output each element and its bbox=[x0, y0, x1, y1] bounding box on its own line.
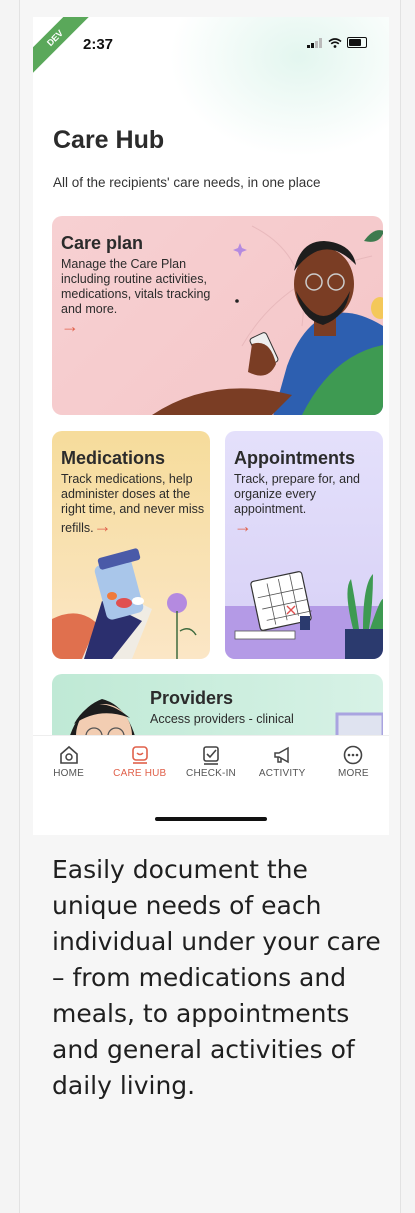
appointments-card[interactable]: Appointments Track, prepare for, and org… bbox=[225, 431, 383, 659]
page-subtitle: All of the recipients' care needs, in on… bbox=[53, 175, 321, 190]
medications-card[interactable]: Medications Track medications, help admi… bbox=[52, 431, 210, 659]
medications-description: Track medications, help administer doses… bbox=[61, 472, 205, 536]
more-icon bbox=[344, 745, 363, 765]
feature-caption: Easily document the unique needs of each… bbox=[52, 855, 381, 1100]
tab-more-label: MORE bbox=[338, 768, 369, 779]
page-title: Care Hub bbox=[53, 126, 165, 154]
megaphone-icon bbox=[274, 746, 289, 764]
medications-arrow-icon[interactable]: → bbox=[94, 516, 112, 536]
signal-icon bbox=[307, 37, 322, 48]
care-plan-description: Manage the Care Plan including routine a… bbox=[61, 257, 211, 316]
wifi-icon bbox=[328, 37, 342, 48]
tab-care-hub[interactable]: CARE HUB bbox=[104, 736, 175, 806]
battery-icon bbox=[347, 37, 367, 48]
bottom-tab-bar: HOME CARE HUB CHECK-IN ACTIVITY MORE bbox=[33, 735, 389, 806]
screenshot-frame: DEV 2:37 Care Hub All of the recipients'… bbox=[19, 0, 401, 1213]
tab-home-label: HOME bbox=[53, 768, 84, 779]
care-plan-title: Care plan bbox=[61, 233, 144, 253]
home-icon bbox=[59, 745, 78, 764]
status-icons bbox=[307, 37, 367, 48]
appointments-title: Appointments bbox=[234, 448, 355, 468]
tab-home[interactable]: HOME bbox=[33, 736, 104, 806]
status-time: 2:37 bbox=[83, 36, 114, 53]
tab-more[interactable]: MORE bbox=[318, 736, 389, 806]
care-hub-icon bbox=[131, 746, 148, 764]
providers-title: Providers bbox=[150, 688, 234, 708]
tab-activity-label: ACTIVITY bbox=[258, 768, 306, 779]
tab-care-hub-label: CARE HUB bbox=[113, 768, 167, 779]
tab-check-in[interactable]: CHECK-IN bbox=[175, 736, 246, 806]
home-indicator[interactable] bbox=[155, 817, 267, 821]
check-in-icon bbox=[203, 746, 219, 765]
phone-screen: DEV 2:37 Care Hub All of the recipients'… bbox=[33, 17, 389, 835]
tab-activity[interactable]: ACTIVITY bbox=[247, 736, 318, 806]
tab-check-in-label: CHECK-IN bbox=[186, 768, 236, 779]
providers-description: Access providers - clinical bbox=[150, 712, 294, 726]
medications-title: Medications bbox=[61, 448, 166, 468]
care-plan-card[interactable]: Care plan Manage the Care Plan including… bbox=[52, 216, 383, 415]
appointments-description: Track, prepare for, and organize every a… bbox=[234, 472, 360, 516]
care-plan-arrow-icon[interactable]: → bbox=[61, 317, 231, 335]
appointments-arrow-icon[interactable]: → bbox=[234, 517, 379, 535]
